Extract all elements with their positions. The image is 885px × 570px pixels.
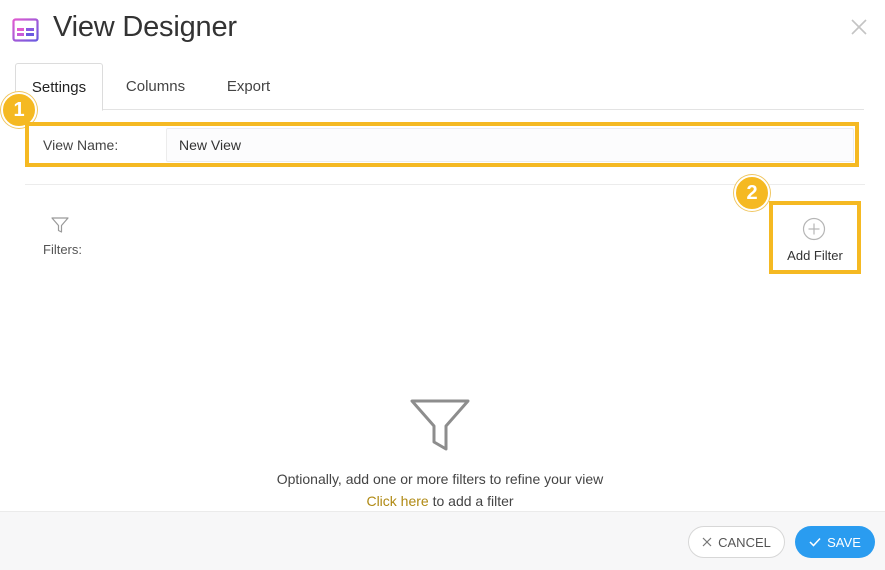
dialog-header: View Designer [0,0,885,60]
save-button[interactable]: SAVE [795,526,875,558]
close-icon[interactable] [848,16,870,38]
view-name-row: View Name: [25,122,859,167]
save-label: SAVE [827,534,861,550]
tab-columns[interactable]: Columns [111,63,200,110]
page-title: View Designer [53,11,237,43]
funnel-icon [51,217,69,233]
add-filter-link[interactable]: Click here [366,493,428,509]
view-designer-icon [12,18,39,42]
empty-state-message: Optionally, add one or more filters to r… [276,471,604,487]
cancel-button[interactable]: CANCEL [688,526,785,558]
callout-marker-2: 2 [734,175,770,211]
tab-export[interactable]: Export [211,63,286,110]
empty-state-funnel-icon [410,399,470,451]
empty-state-action: Click here to add a filter [0,493,880,509]
check-icon [809,537,821,547]
view-name-label: View Name: [43,137,119,153]
view-name-input[interactable] [166,128,854,162]
filters-label: Filters: [43,242,82,257]
add-filter-link-suffix: to add a filter [428,493,514,509]
add-filter-button[interactable]: Add Filter [769,201,861,274]
tab-bar: Settings Columns Export [15,63,864,111]
cancel-label: CANCEL [718,534,771,550]
close-icon [702,537,712,547]
dialog-footer: CANCEL SAVE [0,511,885,570]
plus-circle-icon [802,217,826,241]
add-filter-label: Add Filter [787,248,843,263]
